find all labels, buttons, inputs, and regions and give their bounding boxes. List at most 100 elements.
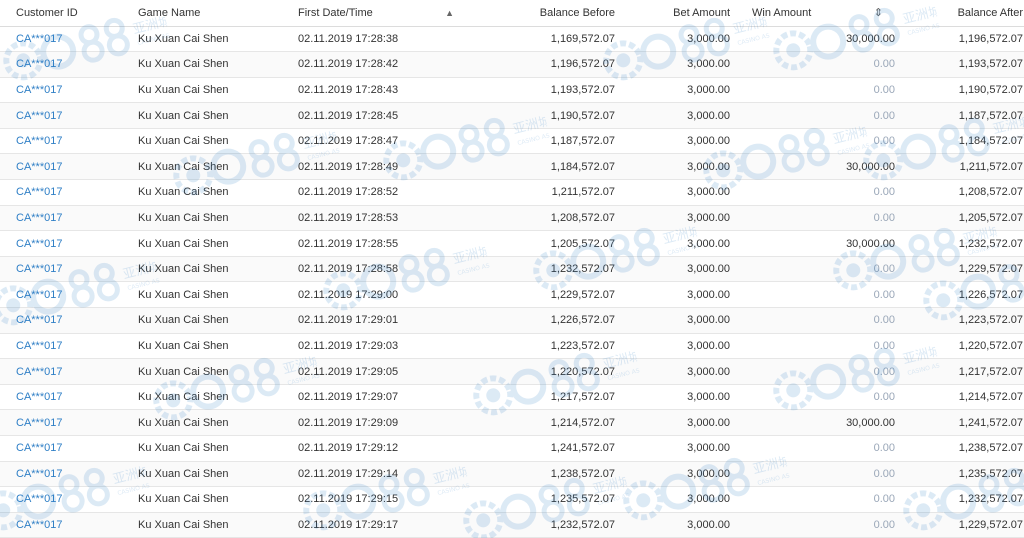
win-amount-cell: 0.00 bbox=[730, 205, 895, 232]
table-row[interactable]: CA***017 Ku Xuan Cai Shen 02.11.2019 17:28… bbox=[0, 256, 1024, 283]
date-time-cell: 02.11.2019 17:28:42 bbox=[298, 51, 468, 78]
table-row[interactable]: CA***017 Ku Xuan Cai Shen 02.11.2019 17:29… bbox=[0, 435, 1024, 462]
table-row[interactable]: CA***017 Ku Xuan Cai Shen 02.11.2019 17:29… bbox=[0, 512, 1024, 538]
balance-after-cell: 1,184,572.07 bbox=[895, 128, 1024, 155]
table-row[interactable]: CA***017 Ku Xuan Cai Shen 02.11.2019 17:28… bbox=[0, 205, 1024, 232]
bet-amount-cell: 3,000.00 bbox=[615, 333, 730, 360]
customer-id-link[interactable]: CA***017 bbox=[0, 230, 138, 257]
win-amount-cell: 0.00 bbox=[730, 333, 895, 360]
game-name-cell: Ku Xuan Cai Shen bbox=[138, 461, 298, 488]
bet-amount-cell: 3,000.00 bbox=[615, 256, 730, 283]
customer-id-link[interactable]: CA***017 bbox=[0, 512, 138, 538]
customer-id-link[interactable]: CA***017 bbox=[0, 486, 138, 513]
header-customer-id[interactable]: Customer ID bbox=[0, 0, 138, 27]
bet-amount-cell: 3,000.00 bbox=[615, 486, 730, 513]
date-time-cell: 02.11.2019 17:29:03 bbox=[298, 333, 468, 360]
sort-ascending-icon[interactable]: ▲ bbox=[445, 8, 454, 18]
game-name-cell: Ku Xuan Cai Shen bbox=[138, 435, 298, 462]
win-amount-cell: 0.00 bbox=[730, 77, 895, 104]
header-win-amount[interactable]: Win Amount ⇕ bbox=[730, 0, 895, 27]
header-first-date-time[interactable]: First Date/Time ▲ bbox=[298, 0, 468, 27]
date-time-cell: 02.11.2019 17:28:58 bbox=[298, 256, 468, 283]
balance-after-cell: 1,196,572.07 bbox=[895, 26, 1024, 53]
customer-id-link[interactable]: CA***017 bbox=[0, 461, 138, 488]
table-row[interactable]: CA***017 Ku Xuan Cai Shen 02.11.2019 17:28… bbox=[0, 128, 1024, 155]
table-row[interactable]: CA***017 Ku Xuan Cai Shen 02.11.2019 17:28… bbox=[0, 77, 1024, 104]
customer-id-link[interactable]: CA***017 bbox=[0, 26, 138, 53]
balance-after-cell: 1,235,572.07 bbox=[895, 461, 1024, 488]
customer-id-link[interactable]: CA***017 bbox=[0, 205, 138, 232]
game-name-cell: Ku Xuan Cai Shen bbox=[138, 51, 298, 78]
balance-after-cell: 1,232,572.07 bbox=[895, 486, 1024, 513]
game-name-cell: Ku Xuan Cai Shen bbox=[138, 26, 298, 53]
bet-amount-cell: 3,000.00 bbox=[615, 461, 730, 488]
balance-before-cell: 1,184,572.07 bbox=[468, 153, 615, 181]
customer-id-link[interactable]: CA***017 bbox=[0, 435, 138, 462]
header-win-amount-label: Win Amount bbox=[752, 6, 812, 19]
header-bet-amount[interactable]: Bet Amount bbox=[615, 0, 730, 27]
win-amount-cell: 30,000.00 bbox=[730, 409, 895, 436]
table-row[interactable]: CA***017 Ku Xuan Cai Shen 02.11.2019 17:29… bbox=[0, 281, 1024, 309]
customer-id-link[interactable]: CA***017 bbox=[0, 153, 138, 181]
bet-amount-cell: 3,000.00 bbox=[615, 512, 730, 538]
customer-id-link[interactable]: CA***017 bbox=[0, 128, 138, 155]
table-row[interactable]: CA***017 Ku Xuan Cai Shen 02.11.2019 17:29… bbox=[0, 333, 1024, 360]
table-row[interactable]: CA***017 Ku Xuan Cai Shen 02.11.2019 17:29… bbox=[0, 307, 1024, 334]
customer-id-link[interactable]: CA***017 bbox=[0, 256, 138, 283]
balance-after-cell: 1,229,572.07 bbox=[895, 512, 1024, 538]
customer-id-link[interactable]: CA***017 bbox=[0, 281, 138, 309]
customer-id-link[interactable]: CA***017 bbox=[0, 333, 138, 360]
balance-before-cell: 1,232,572.07 bbox=[468, 512, 615, 538]
win-amount-cell: 30,000.00 bbox=[730, 26, 895, 53]
game-name-cell: Ku Xuan Cai Shen bbox=[138, 307, 298, 334]
table-row[interactable]: CA***017 Ku Xuan Cai Shen 02.11.2019 17:28… bbox=[0, 26, 1024, 53]
game-name-cell: Ku Xuan Cai Shen bbox=[138, 333, 298, 360]
win-amount-cell: 30,000.00 bbox=[730, 153, 895, 181]
win-amount-cell: 30,000.00 bbox=[730, 230, 895, 257]
win-amount-cell: 0.00 bbox=[730, 307, 895, 334]
balance-before-cell: 1,220,572.07 bbox=[468, 358, 615, 385]
win-amount-cell: 0.00 bbox=[730, 51, 895, 78]
sortable-icon[interactable]: ⇕ bbox=[874, 6, 883, 19]
customer-id-link[interactable]: CA***017 bbox=[0, 179, 138, 206]
bet-amount-cell: 3,000.00 bbox=[615, 281, 730, 309]
date-time-cell: 02.11.2019 17:29:09 bbox=[298, 409, 468, 436]
win-amount-cell: 0.00 bbox=[730, 102, 895, 129]
customer-id-link[interactable]: CA***017 bbox=[0, 384, 138, 411]
customer-id-link[interactable]: CA***017 bbox=[0, 409, 138, 436]
balance-after-cell: 1,211,572.07 bbox=[895, 153, 1024, 181]
game-name-cell: Ku Xuan Cai Shen bbox=[138, 486, 298, 513]
balance-before-cell: 1,193,572.07 bbox=[468, 77, 615, 104]
customer-id-link[interactable]: CA***017 bbox=[0, 77, 138, 104]
customer-id-link[interactable]: CA***017 bbox=[0, 51, 138, 78]
header-game-name[interactable]: Game Name bbox=[138, 0, 298, 27]
table-row[interactable]: CA***017 Ku Xuan Cai Shen 02.11.2019 17:28… bbox=[0, 230, 1024, 257]
table-row[interactable]: CA***017 Ku Xuan Cai Shen 02.11.2019 17:28… bbox=[0, 153, 1024, 181]
balance-after-cell: 1,217,572.07 bbox=[895, 358, 1024, 385]
game-name-cell: Ku Xuan Cai Shen bbox=[138, 153, 298, 181]
win-amount-cell: 0.00 bbox=[730, 281, 895, 309]
table-row[interactable]: CA***017 Ku Xuan Cai Shen 02.11.2019 17:29… bbox=[0, 358, 1024, 385]
customer-id-link[interactable]: CA***017 bbox=[0, 307, 138, 334]
header-balance-after[interactable]: Balance After bbox=[895, 0, 1024, 27]
balance-after-cell: 1,238,572.07 bbox=[895, 435, 1024, 462]
win-amount-cell: 0.00 bbox=[730, 512, 895, 538]
table-row[interactable]: CA***017 Ku Xuan Cai Shen 02.11.2019 17:29… bbox=[0, 461, 1024, 488]
table-row[interactable]: CA***017 Ku Xuan Cai Shen 02.11.2019 17:29… bbox=[0, 409, 1024, 436]
table-row[interactable]: CA***017 Ku Xuan Cai Shen 02.11.2019 17:28… bbox=[0, 51, 1024, 78]
customer-id-link[interactable]: CA***017 bbox=[0, 358, 138, 385]
game-name-cell: Ku Xuan Cai Shen bbox=[138, 256, 298, 283]
customer-id-link[interactable]: CA***017 bbox=[0, 102, 138, 129]
date-time-cell: 02.11.2019 17:28:38 bbox=[298, 26, 468, 53]
header-balance-before[interactable]: Balance Before bbox=[468, 0, 615, 27]
balance-before-cell: 1,226,572.07 bbox=[468, 307, 615, 334]
balance-before-cell: 1,190,572.07 bbox=[468, 102, 615, 129]
bet-amount-cell: 3,000.00 bbox=[615, 153, 730, 181]
balance-after-cell: 1,229,572.07 bbox=[895, 256, 1024, 283]
table-row[interactable]: CA***017 Ku Xuan Cai Shen 02.11.2019 17:28… bbox=[0, 102, 1024, 129]
table-row[interactable]: CA***017 Ku Xuan Cai Shen 02.11.2019 17:29… bbox=[0, 384, 1024, 411]
win-amount-cell: 0.00 bbox=[730, 461, 895, 488]
table-row[interactable]: CA***017 Ku Xuan Cai Shen 02.11.2019 17:29… bbox=[0, 486, 1024, 513]
header-first-date-time-label: First Date/Time bbox=[298, 6, 373, 19]
table-row[interactable]: CA***017 Ku Xuan Cai Shen 02.11.2019 17:28… bbox=[0, 179, 1024, 206]
